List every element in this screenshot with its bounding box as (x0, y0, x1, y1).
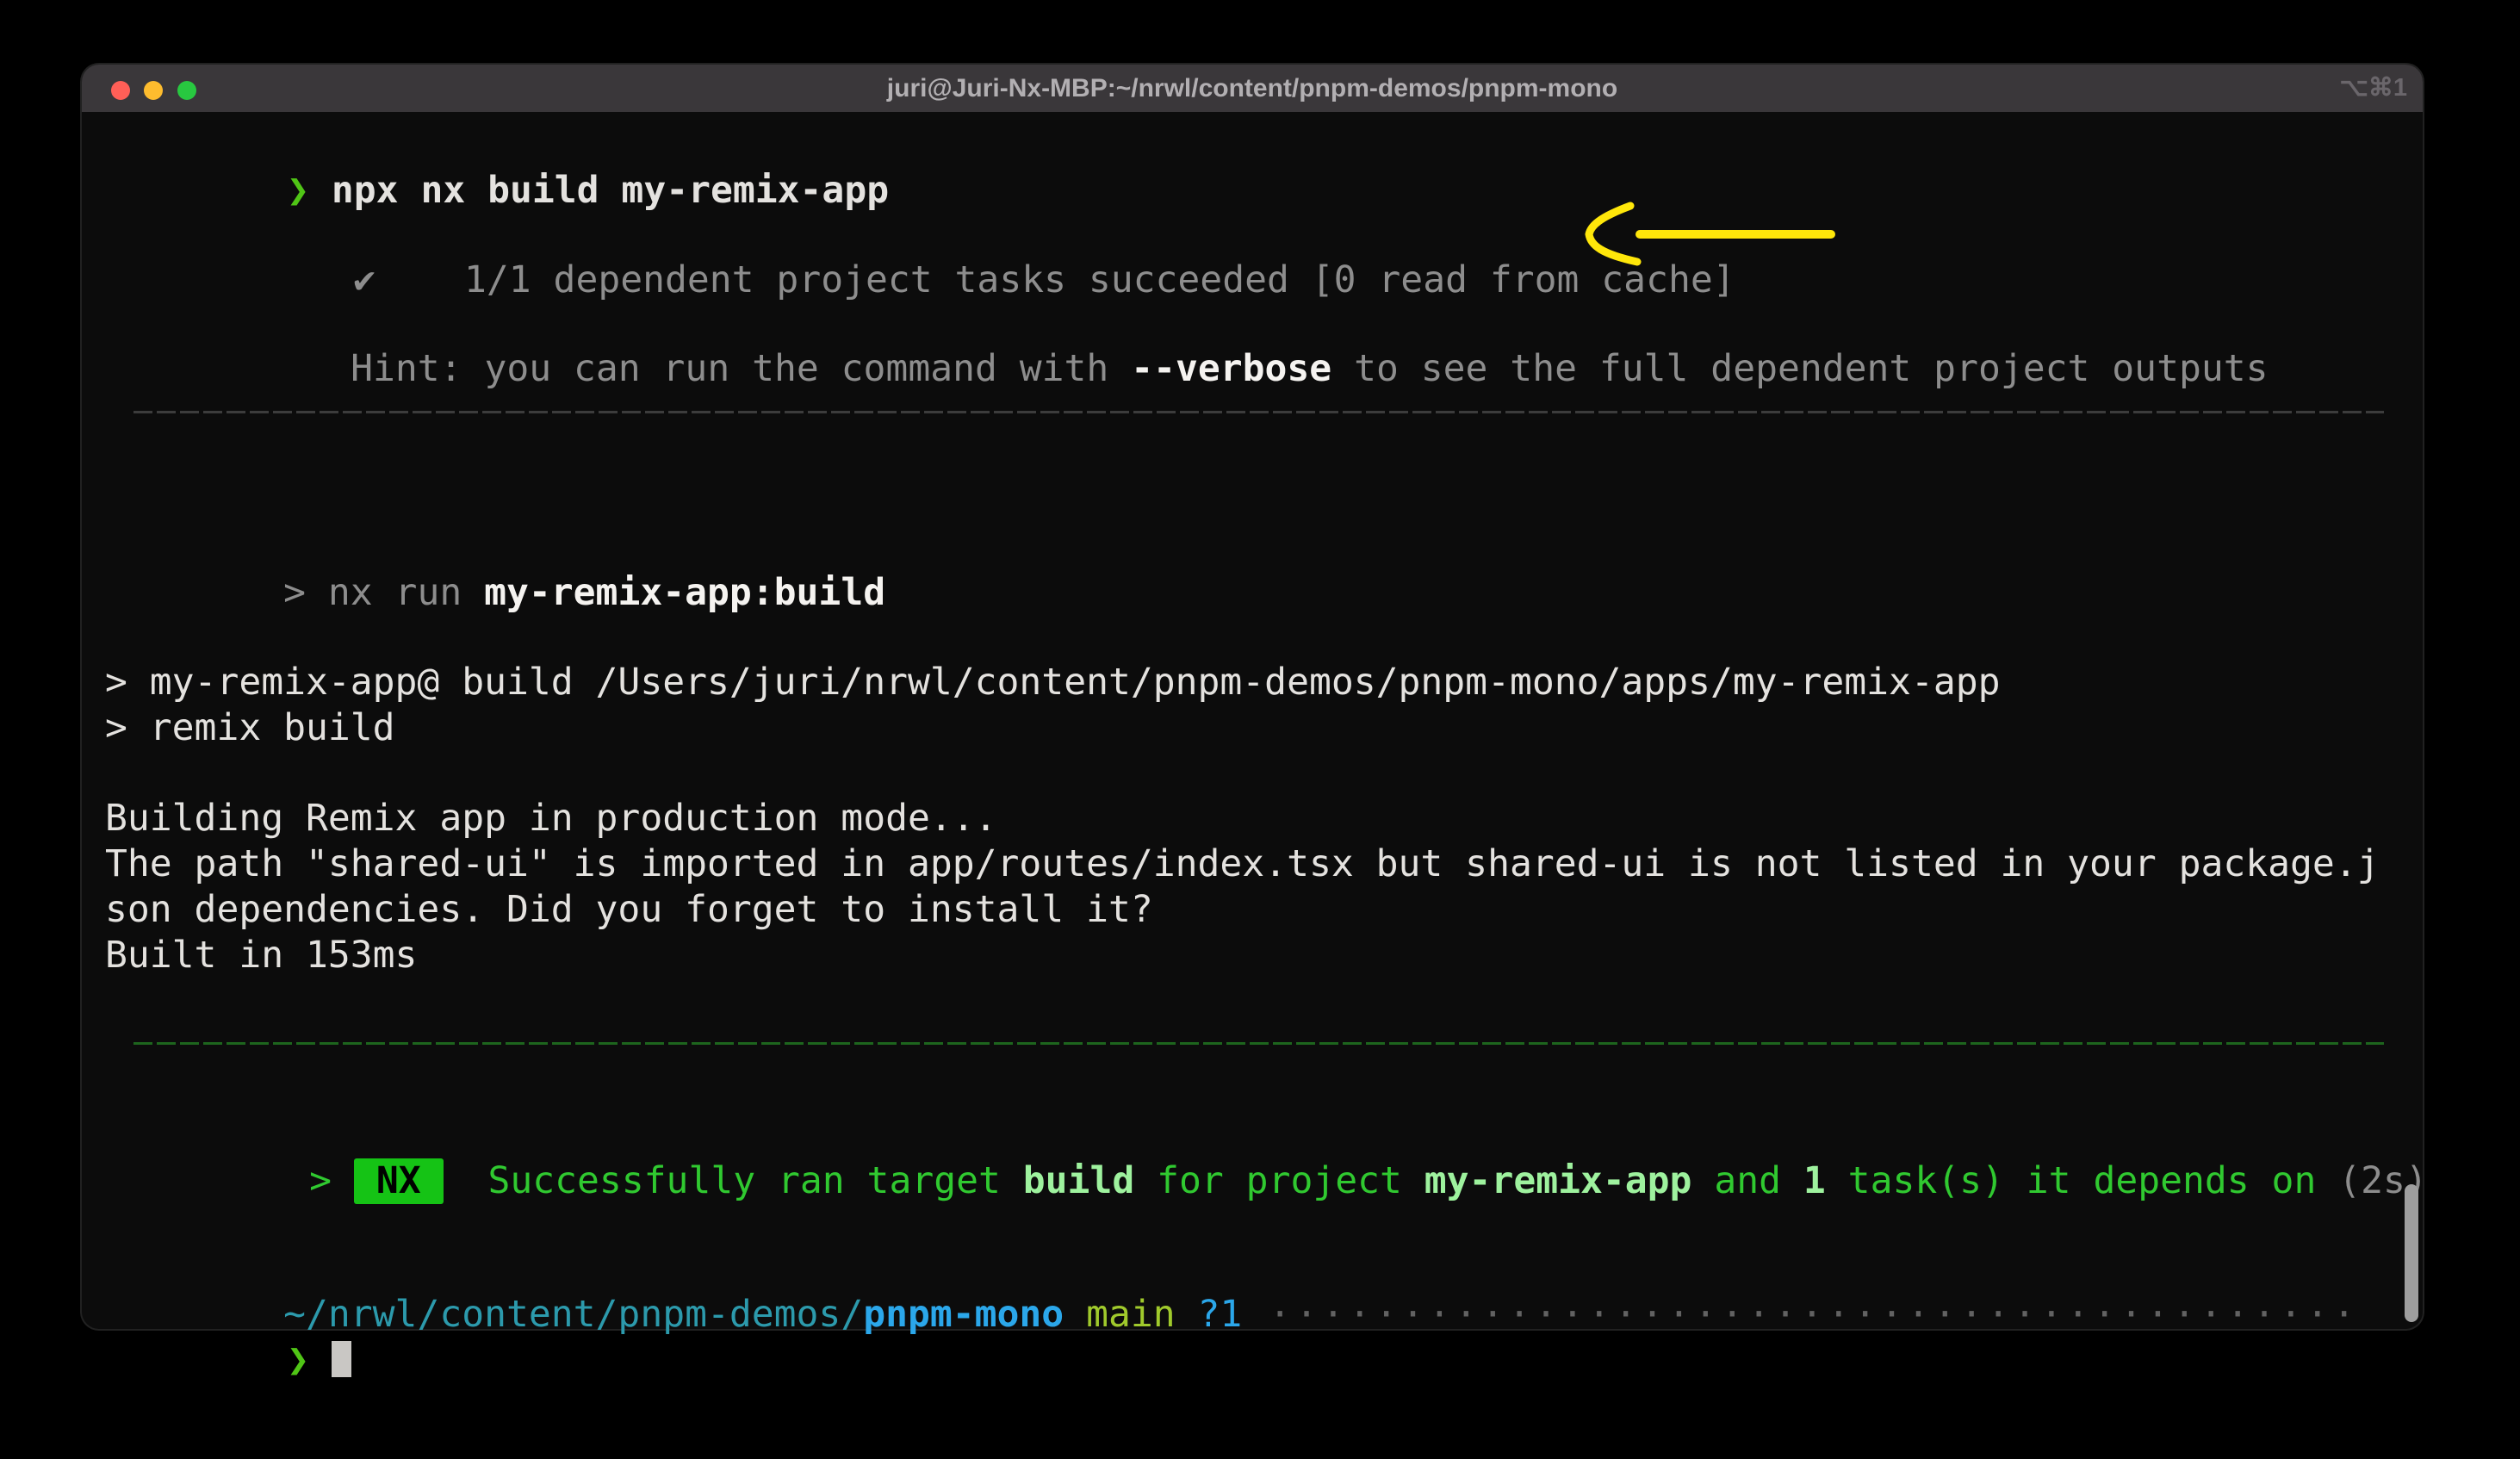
window-title: juri@Juri-Nx-MBP:~/nrwl/content/pnpm-dem… (82, 65, 2423, 112)
dashed-separator (133, 411, 2384, 413)
success-text: for project (1134, 1159, 1424, 1202)
input-prompt-line[interactable]: ❯ (109, 1292, 351, 1429)
success-text: task(s) it depends on (1826, 1159, 2338, 1202)
nx-run-target: my-remix-app:build (484, 571, 885, 614)
hint-prefix: Hint: you can run the command with (351, 347, 1131, 390)
build-output-line: The path "shared-ui" is imported in app/… (105, 841, 2380, 887)
checkmark-icon: ✔ (353, 258, 376, 301)
git-branch: main (1064, 1293, 1197, 1336)
nx-logo-badge: NX (354, 1158, 444, 1204)
tasks-succeeded-text: 1/1 dependent project tasks succeeded [0… (464, 258, 1735, 301)
dashed-separator-green (133, 1042, 2384, 1045)
success-target-name: build (1023, 1159, 1134, 1202)
success-project-name: my-remix-app (1424, 1159, 1692, 1202)
terminal-window: juri@Juri-Nx-MBP:~/nrwl/content/pnpm-dem… (82, 65, 2423, 1329)
nx-run-line: > nx run my-remix-app:build (105, 525, 885, 661)
npm-script-line: > my-remix-app@ build /Users/juri/nrwl/c… (105, 660, 2001, 705)
prompt-filler-dots: ········································… (1242, 1293, 2359, 1336)
hint-suffix: to see the full dependent project output… (1331, 347, 2268, 390)
success-chevron: > (309, 1159, 354, 1202)
desktop-background: juri@Juri-Nx-MBP:~/nrwl/content/pnpm-dem… (0, 0, 2520, 1459)
nx-success-line: > NX Successfully ran target build for p… (131, 1113, 2428, 1250)
window-titlebar[interactable]: juri@Juri-Nx-MBP:~/nrwl/content/pnpm-dem… (82, 65, 2423, 112)
success-text: and (1691, 1159, 1803, 1202)
cwd-path: ~/nrwl/content/pnpm-demos/ (283, 1293, 863, 1336)
hint-line: Hint: you can run the command with --ver… (172, 301, 2269, 438)
build-output-line: son dependencies. Did you forget to inst… (105, 887, 1153, 933)
tab-shortcut-hint: ⌥⌘1 (2339, 65, 2407, 112)
git-status: ?1 (1198, 1293, 1243, 1336)
build-output-line: Built in 153ms (105, 933, 417, 978)
build-output-line: Building Remix app in production mode... (105, 796, 997, 841)
verbose-flag: --verbose (1131, 347, 1331, 390)
shell-prompt-line: ~/nrwl/content/pnpm-demos/pnpm-mono main… (105, 1246, 2360, 1383)
scrollbar-thumb[interactable] (2405, 1184, 2418, 1322)
prompt-chevron-icon: ❯ (287, 169, 332, 212)
success-text: Successfully ran target (487, 1159, 1022, 1202)
npm-script-line: > remix build (105, 705, 395, 751)
terminal-cursor[interactable] (332, 1341, 351, 1377)
success-task-count: 1 (1803, 1159, 1826, 1202)
prompt-chevron-icon: ❯ (287, 1338, 309, 1381)
command-text: npx nx build my-remix-app (332, 169, 889, 212)
nx-run-prefix: > nx run (283, 571, 484, 614)
badge-gap (444, 1159, 488, 1202)
cwd-dir: pnpm-mono (863, 1293, 1064, 1336)
